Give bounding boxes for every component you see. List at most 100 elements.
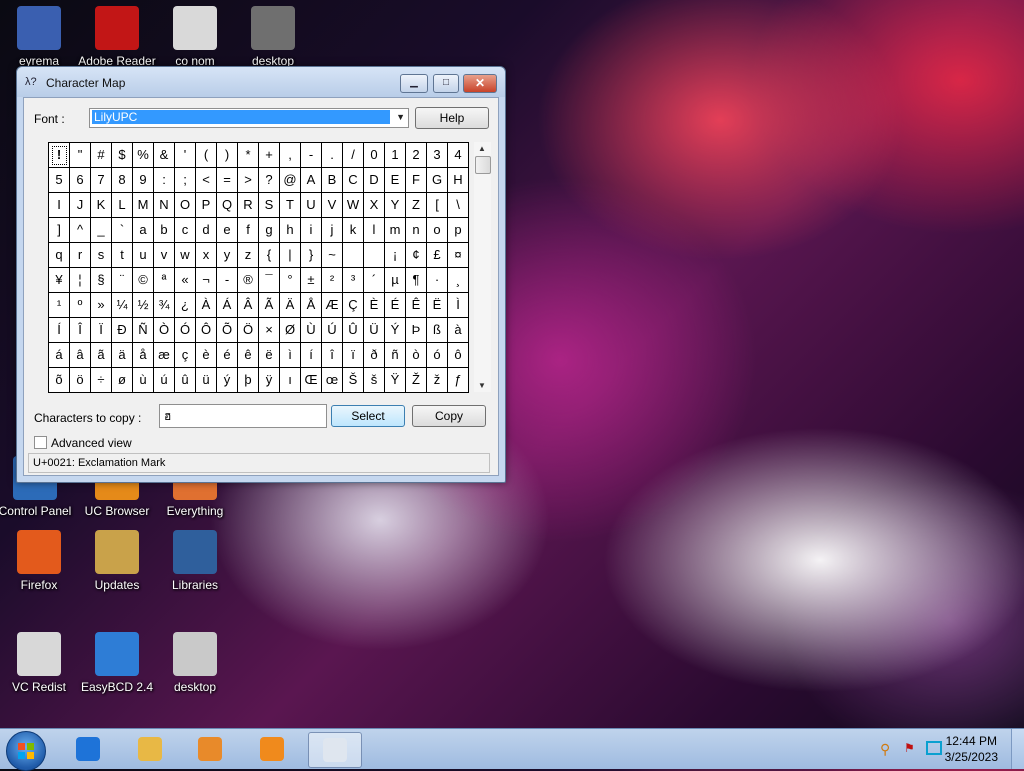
character-cell[interactable]: @ xyxy=(280,168,301,193)
character-cell[interactable]: B xyxy=(322,168,343,193)
character-cell[interactable]: Ÿ xyxy=(385,368,406,393)
character-cell[interactable]: G xyxy=(427,168,448,193)
character-cell[interactable]: x xyxy=(196,243,217,268)
character-cell[interactable]: ¥ xyxy=(49,268,70,293)
network-tray-icon[interactable] xyxy=(926,741,942,755)
character-cell[interactable]: ¾ xyxy=(154,293,175,318)
character-cell[interactable]: W xyxy=(343,193,364,218)
character-cell[interactable]: { xyxy=(259,243,280,268)
character-cell[interactable]: I xyxy=(49,193,70,218)
character-cell[interactable]: ê xyxy=(238,343,259,368)
character-cell[interactable]: $ xyxy=(112,143,133,168)
character-cell[interactable]: a xyxy=(133,218,154,243)
character-cell[interactable]: d xyxy=(196,218,217,243)
character-cell[interactable]: µ xyxy=(385,268,406,293)
character-cell[interactable]: Ï xyxy=(91,318,112,343)
character-cell[interactable]: œ xyxy=(322,368,343,393)
character-cell[interactable]: V xyxy=(322,193,343,218)
character-cell[interactable]: Ã xyxy=(259,293,280,318)
character-cell[interactable]: H xyxy=(448,168,469,193)
character-cell[interactable]: y xyxy=(217,243,238,268)
character-cell[interactable]: : xyxy=(154,168,175,193)
character-cell[interactable]: s xyxy=(91,243,112,268)
character-cell[interactable]: N xyxy=(154,193,175,218)
character-cell[interactable]: h xyxy=(280,218,301,243)
character-cell[interactable]: ³ xyxy=(343,268,364,293)
character-cell[interactable]: Â xyxy=(238,293,259,318)
advanced-view-option[interactable]: Advanced view xyxy=(34,436,132,450)
character-cell[interactable]: î xyxy=(322,343,343,368)
character-cell[interactable]: b xyxy=(154,218,175,243)
character-cell[interactable]: Ù xyxy=(301,318,322,343)
character-cell[interactable]: E xyxy=(385,168,406,193)
character-cell[interactable]: ^ xyxy=(70,218,91,243)
desktop-icon[interactable]: eyrema xyxy=(0,6,78,68)
character-cell[interactable]: - xyxy=(301,143,322,168)
character-cell[interactable]: É xyxy=(385,293,406,318)
character-cell[interactable]: â xyxy=(70,343,91,368)
character-cell[interactable]: ? xyxy=(259,168,280,193)
character-cell[interactable]: L xyxy=(112,193,133,218)
character-cell[interactable]: > xyxy=(238,168,259,193)
character-cell[interactable]: » xyxy=(91,293,112,318)
character-cell[interactable]: § xyxy=(91,268,112,293)
character-cell[interactable]: 1 xyxy=(385,143,406,168)
close-button[interactable]: ✕ xyxy=(463,74,497,93)
character-cell[interactable]: z xyxy=(238,243,259,268)
character-cell[interactable]: ß xyxy=(427,318,448,343)
character-cell[interactable] xyxy=(364,243,385,268)
character-cell[interactable]: / xyxy=(343,143,364,168)
character-cell[interactable]: 8 xyxy=(112,168,133,193)
character-cell[interactable]: ¼ xyxy=(112,293,133,318)
character-cell[interactable]: 3 xyxy=(427,143,448,168)
character-cell[interactable]: ë xyxy=(259,343,280,368)
character-cell[interactable]: × xyxy=(259,318,280,343)
character-cell[interactable]: ¨ xyxy=(112,268,133,293)
character-cell[interactable]: r xyxy=(70,243,91,268)
character-cell[interactable]: D xyxy=(364,168,385,193)
taskbar-app-button[interactable] xyxy=(308,732,362,768)
characters-to-copy-input[interactable]: ฮ xyxy=(159,404,327,428)
character-cell[interactable]: i xyxy=(301,218,322,243)
character-cell[interactable]: þ xyxy=(238,368,259,393)
character-cell[interactable]: f xyxy=(238,218,259,243)
character-cell[interactable]: í xyxy=(301,343,322,368)
taskbar-app-button[interactable] xyxy=(184,732,236,766)
character-cell[interactable]: Z xyxy=(406,193,427,218)
character-cell[interactable]: m xyxy=(385,218,406,243)
character-cell[interactable]: õ xyxy=(49,368,70,393)
character-cell[interactable]: Î xyxy=(70,318,91,343)
character-cell[interactable]: å xyxy=(133,343,154,368)
character-cell[interactable]: + xyxy=(259,143,280,168)
character-cell[interactable]: 0 xyxy=(364,143,385,168)
character-cell[interactable]: è xyxy=(196,343,217,368)
character-cell[interactable]: F xyxy=(406,168,427,193)
character-cell[interactable]: ¦ xyxy=(70,268,91,293)
character-cell[interactable]: & xyxy=(154,143,175,168)
character-cell[interactable]: C xyxy=(343,168,364,193)
character-cell[interactable]: Š xyxy=(343,368,364,393)
character-cell[interactable]: Á xyxy=(217,293,238,318)
character-cell[interactable]: à xyxy=(448,318,469,343)
scroll-down-arrow-icon[interactable]: ▼ xyxy=(478,381,486,390)
character-cell[interactable] xyxy=(343,243,364,268)
character-cell[interactable]: T xyxy=(280,193,301,218)
character-cell[interactable]: ´ xyxy=(364,268,385,293)
character-cell[interactable]: g xyxy=(259,218,280,243)
character-cell[interactable]: Ó xyxy=(175,318,196,343)
character-cell[interactable]: Æ xyxy=(322,293,343,318)
taskbar-app-button[interactable] xyxy=(62,732,114,766)
character-cell[interactable]: ² xyxy=(322,268,343,293)
character-cell[interactable]: ª xyxy=(154,268,175,293)
character-cell[interactable]: 6 xyxy=(70,168,91,193)
desktop-icon[interactable]: Libraries xyxy=(156,530,234,592)
character-cell[interactable]: , xyxy=(280,143,301,168)
character-cell[interactable]: X xyxy=(364,193,385,218)
character-cell[interactable]: l xyxy=(364,218,385,243)
character-cell[interactable]: o xyxy=(427,218,448,243)
character-cell[interactable]: ÷ xyxy=(91,368,112,393)
character-cell[interactable]: * xyxy=(238,143,259,168)
character-cell[interactable]: « xyxy=(175,268,196,293)
character-cell[interactable]: Ö xyxy=(238,318,259,343)
character-cell[interactable]: Ý xyxy=(385,318,406,343)
